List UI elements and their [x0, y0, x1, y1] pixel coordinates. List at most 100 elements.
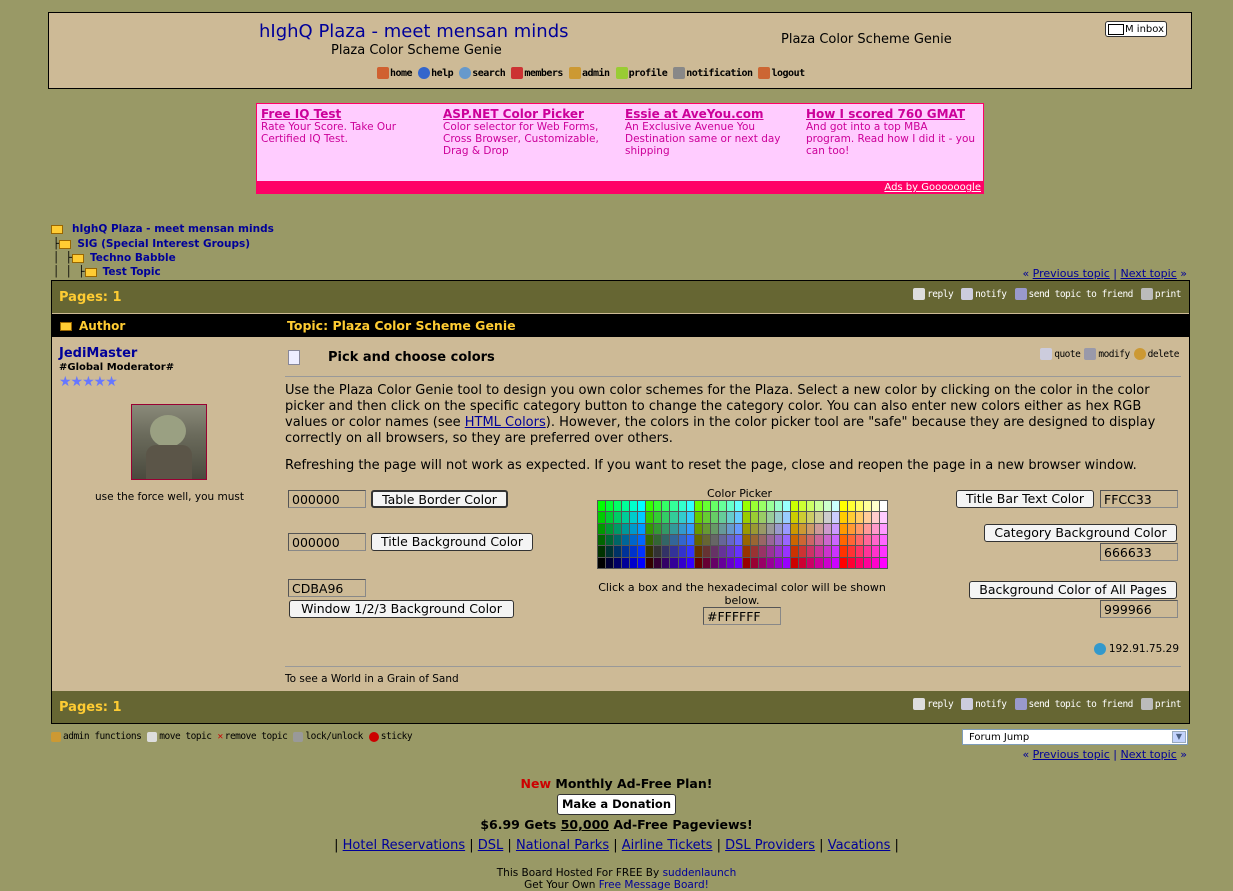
color-swatch[interactable] [606, 557, 614, 568]
color-swatch[interactable] [606, 501, 614, 512]
color-swatch[interactable] [807, 534, 815, 546]
ads-credit-link[interactable]: Ads by Goooooogle [884, 182, 981, 193]
color-swatch[interactable] [598, 512, 606, 523]
color-swatch[interactable] [871, 546, 879, 557]
table-border-color-input[interactable]: 000000 [288, 490, 366, 508]
color-swatch[interactable] [815, 512, 823, 523]
color-swatch[interactable] [791, 501, 799, 512]
title-bar-text-color-button[interactable]: Title Bar Text Color [956, 490, 1094, 508]
color-swatch[interactable] [702, 546, 710, 557]
previous-topic-link[interactable]: Previous topic [1033, 267, 1110, 280]
color-swatch[interactable] [718, 546, 726, 557]
free-board-link[interactable]: Free Message Board! [599, 879, 709, 891]
color-swatch[interactable] [871, 534, 879, 546]
color-swatch[interactable] [775, 534, 783, 546]
color-swatch[interactable] [863, 523, 871, 534]
color-swatch[interactable] [807, 512, 815, 523]
color-swatch[interactable] [879, 546, 887, 557]
color-swatch[interactable] [654, 534, 662, 546]
color-swatch[interactable] [775, 546, 783, 557]
color-swatch[interactable] [662, 523, 670, 534]
color-swatch[interactable] [799, 546, 807, 557]
color-swatch[interactable] [863, 534, 871, 546]
color-swatch[interactable] [726, 501, 734, 512]
color-swatch[interactable] [638, 512, 646, 523]
color-swatch[interactable] [863, 546, 871, 557]
color-swatch[interactable] [694, 501, 702, 512]
color-swatch[interactable] [606, 512, 614, 523]
color-swatch[interactable] [863, 557, 871, 568]
color-swatch[interactable] [847, 534, 855, 546]
page-background-color-button[interactable]: Background Color of All Pages [969, 581, 1177, 599]
color-swatch[interactable] [807, 557, 815, 568]
color-swatch[interactable] [791, 534, 799, 546]
color-swatch[interactable] [823, 534, 831, 546]
color-swatch[interactable] [710, 512, 718, 523]
color-swatch[interactable] [783, 501, 791, 512]
color-swatch[interactable] [815, 534, 823, 546]
color-swatch[interactable] [614, 546, 622, 557]
color-swatch[interactable] [831, 501, 839, 512]
color-picker-palette[interactable] [597, 500, 888, 569]
chevron-down-icon[interactable]: ▼ [1172, 731, 1186, 743]
picked-color-field[interactable]: #FFFFFF [703, 607, 781, 625]
color-swatch[interactable] [863, 501, 871, 512]
color-swatch[interactable] [646, 512, 654, 523]
next-topic-link[interactable]: Next topic [1121, 748, 1177, 761]
color-swatch[interactable] [863, 512, 871, 523]
color-swatch[interactable] [759, 501, 767, 512]
color-swatch[interactable] [871, 512, 879, 523]
ad-item[interactable]: ASP.NET Color Picker Color selector for W… [443, 107, 615, 157]
im-inbox-button[interactable]: IM inbox [1105, 21, 1167, 37]
print-button[interactable]: print [1140, 698, 1182, 710]
color-swatch[interactable] [726, 534, 734, 546]
color-swatch[interactable] [823, 501, 831, 512]
color-swatch[interactable] [734, 512, 742, 523]
color-swatch[interactable] [759, 557, 767, 568]
author-name[interactable]: JediMaster [59, 346, 137, 361]
sticky-button[interactable]: sticky [368, 731, 413, 742]
table-border-color-button[interactable]: Table Border Color [371, 490, 508, 508]
color-swatch[interactable] [614, 534, 622, 546]
color-swatch[interactable] [614, 501, 622, 512]
window-background-color-button[interactable]: Window 1/2/3 Background Color [289, 600, 514, 618]
color-swatch[interactable] [791, 523, 799, 534]
color-swatch[interactable] [702, 523, 710, 534]
color-swatch[interactable] [742, 523, 751, 534]
color-swatch[interactable] [751, 501, 759, 512]
color-swatch[interactable] [678, 512, 686, 523]
reply-button[interactable]: reply [913, 698, 954, 710]
color-swatch[interactable] [718, 523, 726, 534]
title-background-color-input[interactable]: 000000 [288, 533, 366, 551]
color-swatch[interactable] [734, 557, 742, 568]
color-swatch[interactable] [622, 557, 630, 568]
color-swatch[interactable] [879, 557, 887, 568]
color-swatch[interactable] [855, 523, 863, 534]
quote-button[interactable]: quote [1040, 348, 1081, 360]
color-swatch[interactable] [791, 512, 799, 523]
color-swatch[interactable] [646, 523, 654, 534]
color-swatch[interactable] [839, 512, 847, 523]
color-swatch[interactable] [839, 523, 847, 534]
color-swatch[interactable] [815, 546, 823, 557]
color-swatch[interactable] [783, 512, 791, 523]
color-swatch[interactable] [742, 546, 751, 557]
color-swatch[interactable] [702, 512, 710, 523]
footer-link[interactable]: Airline Tickets [622, 838, 713, 853]
nav-help[interactable]: help [418, 67, 454, 79]
color-swatch[interactable] [654, 523, 662, 534]
color-swatch[interactable] [726, 557, 734, 568]
color-swatch[interactable] [855, 512, 863, 523]
color-swatch[interactable] [622, 534, 630, 546]
color-swatch[interactable] [678, 523, 686, 534]
color-swatch[interactable] [694, 523, 702, 534]
move-topic-button[interactable]: move topic [147, 731, 212, 742]
color-swatch[interactable] [775, 557, 783, 568]
color-swatch[interactable] [847, 523, 855, 534]
color-swatch[interactable] [751, 523, 759, 534]
color-swatch[interactable] [815, 523, 823, 534]
delete-button[interactable]: delete [1133, 348, 1180, 360]
color-swatch[interactable] [831, 523, 839, 534]
footer-link[interactable]: DSL [478, 838, 504, 853]
color-swatch[interactable] [831, 557, 839, 568]
